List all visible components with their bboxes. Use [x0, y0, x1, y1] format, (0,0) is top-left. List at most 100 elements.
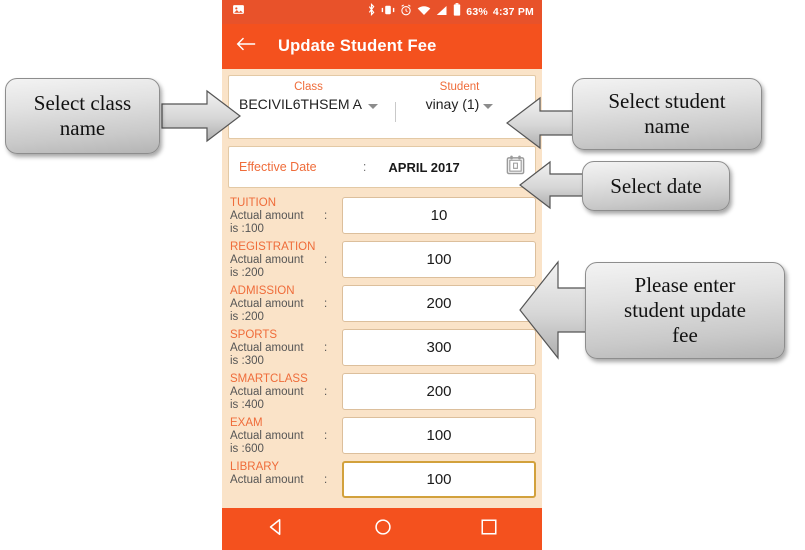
fee-input-value: 200: [426, 383, 452, 400]
vibrate-icon: [381, 3, 395, 21]
class-student-card: Class BECIVIL6THSEM A Student vinay (1): [228, 75, 536, 139]
callout-line: name: [59, 116, 106, 140]
table-row: LIBRARY Actual amount: 100: [228, 461, 536, 498]
effective-date-label: Effective Date: [239, 160, 317, 174]
fee-actual-label: Actual amount: [230, 386, 304, 398]
callout-line: Please enter: [634, 273, 736, 298]
fee-info: EXAM Actual amount: is :600: [228, 417, 336, 456]
page-title: Update Student Fee: [278, 37, 437, 55]
signal-icon: [436, 3, 448, 21]
callout-select-student: Select student name: [572, 78, 762, 150]
callout-line: fee: [672, 322, 698, 347]
fee-actual-label: Actual amount: [230, 210, 304, 222]
back-arrow-icon[interactable]: [236, 36, 256, 57]
class-callout-arrow: [161, 89, 241, 143]
fee-info: SMARTCLASS Actual amount: is :400: [228, 373, 336, 412]
fee-info: ADMISSION Actual amount: is :200: [228, 285, 336, 324]
fee-actual-amount: is :400: [230, 399, 264, 411]
fee-name: REGISTRATION: [230, 241, 316, 253]
fee-name: SPORTS: [230, 329, 278, 341]
fee-input-value: 100: [426, 251, 452, 268]
clock: 4:37 PM: [492, 6, 534, 18]
fee-separator: :: [324, 430, 328, 442]
nav-recents-icon[interactable]: [480, 518, 498, 541]
fee-info: LIBRARY Actual amount:: [228, 461, 336, 487]
callout-enter-fee: Please enter student update fee: [585, 262, 785, 359]
fee-info: TUITION Actual amount: is :100: [228, 197, 336, 236]
fee-info: REGISTRATION Actual amount: is :200: [228, 241, 336, 280]
chevron-down-icon[interactable]: [368, 104, 378, 109]
form-screen: Class BECIVIL6THSEM A Student vinay (1) …: [222, 69, 542, 528]
callout-line: Select date: [610, 173, 702, 198]
table-row: SMARTCLASS Actual amount: is :400 200: [228, 373, 536, 412]
fee-actual-label: Actual amount: [230, 342, 304, 354]
effective-date-value: APRIL 2017: [388, 159, 460, 175]
fee-input-value: 200: [426, 295, 452, 312]
student-value: vinay (1): [425, 96, 480, 112]
image-icon: [232, 3, 245, 21]
fee-actual-label: Actual amount: [230, 298, 304, 310]
column-divider: [395, 102, 396, 122]
class-label: Class: [294, 81, 323, 93]
fee-input-value: 100: [426, 427, 452, 444]
callout-select-class: Select class name: [5, 78, 160, 154]
fee-input[interactable]: 100: [342, 241, 536, 278]
fee-separator: :: [324, 342, 328, 354]
fee-input-value: 300: [426, 339, 452, 356]
status-left-icons: [232, 3, 245, 21]
effective-date-separator: :: [362, 160, 367, 174]
fee-actual-label: Actual amount: [230, 430, 304, 442]
fee-separator: :: [324, 386, 328, 398]
class-value: BECIVIL6THSEM A: [239, 96, 362, 112]
app-bar: Update Student Fee: [222, 24, 542, 69]
callout-select-date: Select date: [582, 161, 730, 211]
fee-input[interactable]: 10: [342, 197, 536, 234]
callout-line: Select student: [608, 89, 726, 114]
fee-info: SPORTS Actual amount: is :300: [228, 329, 336, 368]
status-bar: 63% 4:37 PM: [222, 0, 542, 24]
chevron-down-icon[interactable]: [483, 104, 494, 109]
callout-line: Select class: [33, 91, 132, 116]
fee-name: TUITION: [230, 197, 276, 209]
fee-input-focused[interactable]: 100: [342, 461, 536, 498]
fee-name: SMARTCLASS: [230, 373, 308, 385]
fee-separator: :: [324, 474, 328, 486]
table-row: TUITION Actual amount: is :100 10: [228, 197, 536, 236]
battery-percent: 63%: [466, 6, 488, 18]
student-label: Student: [439, 81, 480, 93]
nav-home-icon[interactable]: [373, 517, 393, 542]
fee-input[interactable]: 100: [342, 417, 536, 454]
table-row: EXAM Actual amount: is :600 100: [228, 417, 536, 456]
status-right-icons: 63% 4:37 PM: [367, 3, 534, 21]
fee-actual-amount: is :200: [230, 311, 264, 323]
fee-name: ADMISSION: [230, 285, 295, 297]
fee-input-value: 10: [430, 207, 448, 224]
bluetooth-icon: [367, 3, 376, 21]
fee-actual-amount: is :100: [230, 223, 264, 235]
fee-input[interactable]: 300: [342, 329, 536, 366]
battery-icon: [453, 3, 461, 21]
callout-line: student update: [624, 298, 746, 323]
fee-separator: :: [324, 298, 328, 310]
fee-actual-amount: is :300: [230, 355, 264, 367]
wifi-icon: [417, 3, 431, 21]
fee-name: EXAM: [230, 417, 263, 429]
fee-actual-amount: is :200: [230, 267, 264, 279]
nav-back-icon[interactable]: [266, 517, 286, 542]
fee-input[interactable]: 200: [342, 285, 536, 322]
table-row: REGISTRATION Actual amount: is :200 100: [228, 241, 536, 280]
fee-actual-label: Actual amount: [230, 474, 304, 486]
class-selector[interactable]: Class BECIVIL6THSEM A: [229, 76, 384, 138]
fee-input-value: 100: [426, 471, 452, 488]
callout-line: name: [644, 114, 690, 138]
fee-input[interactable]: 200: [342, 373, 536, 410]
alarm-icon: [400, 3, 412, 21]
effective-date-row[interactable]: Effective Date : APRIL 2017: [228, 146, 536, 188]
fee-actual-label: Actual amount: [230, 254, 304, 266]
phone-screenshot: 63% 4:37 PM Update Student Fee Class BEC…: [222, 0, 542, 550]
fee-list: TUITION Actual amount: is :100 10 REGIST…: [228, 197, 536, 498]
table-row: SPORTS Actual amount: is :300 300: [228, 329, 536, 368]
fee-actual-amount: is :600: [230, 443, 264, 455]
fee-separator: :: [324, 210, 328, 222]
fee-name: LIBRARY: [230, 461, 280, 473]
